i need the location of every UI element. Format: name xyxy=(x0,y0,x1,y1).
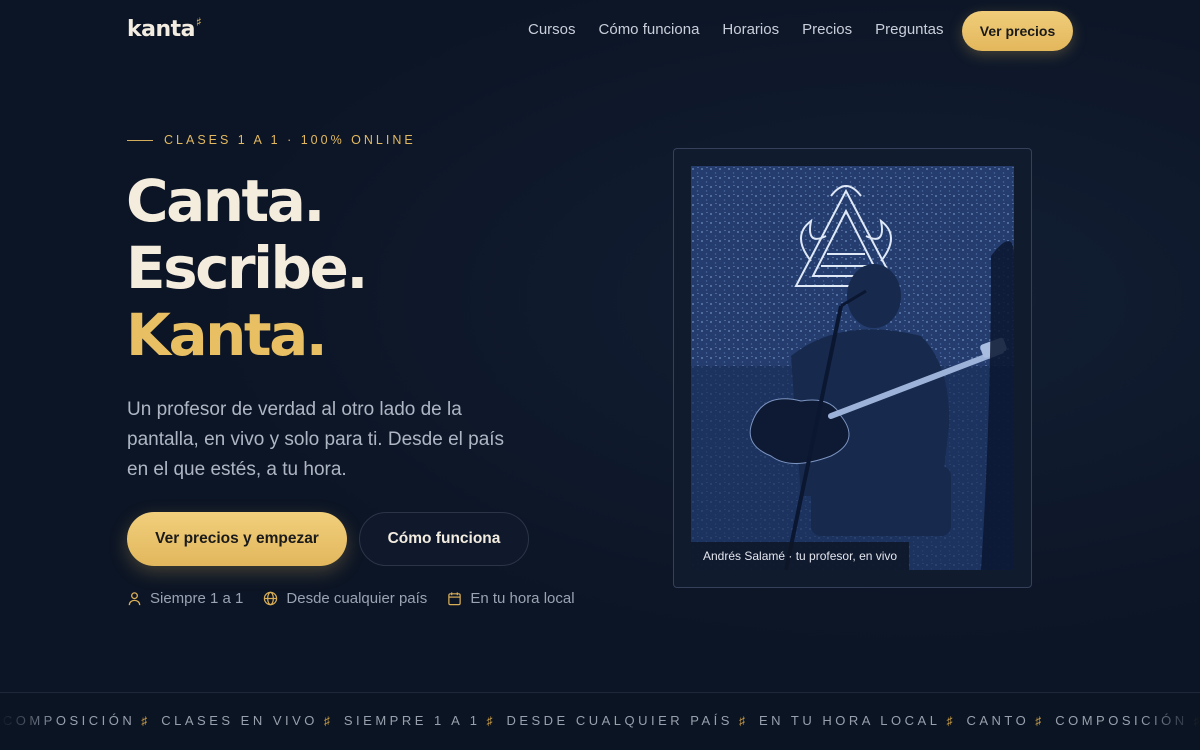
calendar-icon xyxy=(448,592,462,606)
eyebrow: CLASES 1 A 1 · 100% ONLINE xyxy=(127,133,416,147)
headline-line-canta: Canta. xyxy=(126,167,325,235)
logo[interactable]: kanta♯ xyxy=(127,15,202,42)
feature-cualquier-pais: Desde cualquier país xyxy=(263,590,427,607)
feature-siempre-1a1: Siempre 1 a 1 xyxy=(127,590,243,607)
como-funciona-button[interactable]: Cómo funciona xyxy=(359,512,529,566)
nav-links: Cursos Cómo funciona Horarios Precios Pr… xyxy=(528,21,967,38)
hero-headline: Canta. Escribe. Kanta. xyxy=(126,167,368,369)
sharp-icon: ♯ xyxy=(323,713,330,728)
feature-label: En tu hora local xyxy=(470,590,575,607)
sharp-icon: ♯ xyxy=(946,713,953,728)
nav-link-cursos[interactable]: Cursos xyxy=(528,21,576,38)
teacher-photo: Andrés Salamé · tu profesor, en vivo xyxy=(691,166,1014,570)
nav-link-precios[interactable]: Precios xyxy=(802,21,852,38)
feature-list: Siempre 1 a 1 Desde cualquier país En tu… xyxy=(127,590,595,607)
marquee-item: DESDE CUALQUIER PAÍS xyxy=(506,713,733,728)
user-icon xyxy=(128,592,141,606)
ver-precios-y-empezar-button[interactable]: Ver precios y empezar xyxy=(127,512,347,566)
sharp-icon: ♯ xyxy=(486,713,493,728)
marquee-fade-left xyxy=(0,693,60,750)
marquee-item: CANTO xyxy=(966,713,1030,728)
topics-marquee: TO♯ COMPOSICIÓN♯ CLASES EN VIVO♯ SIEMPRE… xyxy=(0,692,1200,750)
hero-subtitle: Un profesor de verdad al otro lado de la… xyxy=(127,399,505,480)
nav-link-horarios[interactable]: Horarios xyxy=(722,21,779,38)
feature-hora-local: En tu hora local xyxy=(447,590,575,607)
sharp-icon: ♯ xyxy=(738,713,745,728)
sharp-icon: ♯ xyxy=(196,15,202,29)
headline-line-kanta: Kanta. xyxy=(126,301,328,369)
logo-text: kanta xyxy=(127,17,196,42)
top-nav: kanta♯ Cursos Cómo funciona Horarios Pre… xyxy=(0,0,1200,62)
globe-icon xyxy=(264,591,278,606)
feature-label: Desde cualquier país xyxy=(286,590,428,607)
sharp-icon: ♯ xyxy=(1035,713,1042,728)
eyebrow-line xyxy=(127,139,153,141)
nav-link-preguntas[interactable]: Preguntas xyxy=(875,21,943,38)
marquee-track: TO♯ COMPOSICIÓN♯ CLASES EN VIVO♯ SIEMPRE… xyxy=(0,713,1200,728)
nav-link-como-funciona[interactable]: Cómo funciona xyxy=(599,21,700,38)
sharp-icon: ♯ xyxy=(141,713,148,728)
headline-line-escribe: Escribe. xyxy=(126,234,368,302)
nav-ver-precios-button[interactable]: Ver precios xyxy=(962,11,1073,51)
marquee-fade-right xyxy=(1140,693,1200,750)
marquee-item: CLASES EN VIVO xyxy=(161,713,318,728)
marquee-item: EN TU HORA LOCAL xyxy=(758,713,941,728)
eyebrow-text: CLASES 1 A 1 · 100% ONLINE xyxy=(164,133,416,147)
photo-caption: Andrés Salamé · tu profesor, en vivo xyxy=(691,542,910,570)
marquee-item: SIEMPRE 1 A 1 xyxy=(343,713,481,728)
guitarist-image xyxy=(691,166,1014,570)
teacher-photo-card: Andrés Salamé · tu profesor, en vivo xyxy=(673,148,1032,588)
feature-label: Siempre 1 a 1 xyxy=(150,590,244,607)
